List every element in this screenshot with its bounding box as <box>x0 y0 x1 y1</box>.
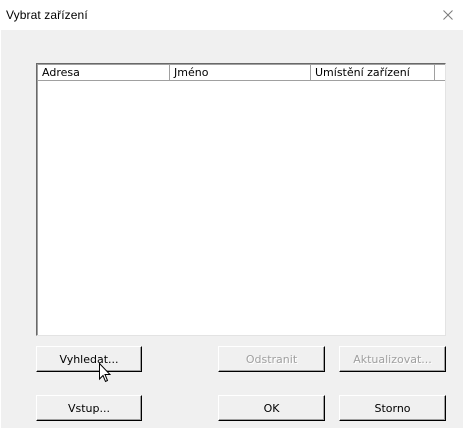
cancel-button[interactable]: Storno <box>339 395 446 421</box>
update-button[interactable]: Aktualizovat... <box>339 346 446 372</box>
remove-button[interactable]: Odstranit <box>218 346 325 372</box>
column-header-name[interactable]: Jméno <box>170 65 311 80</box>
column-header-filler <box>435 65 445 80</box>
input-button[interactable]: Vstup... <box>36 395 142 421</box>
search-button[interactable]: Vyhledat... <box>36 346 142 372</box>
close-button[interactable] <box>433 0 463 30</box>
window-title: Vybrat zařízení <box>6 8 88 22</box>
column-header-location[interactable]: Umístění zařízení <box>311 65 435 80</box>
title-bar: Vybrat zařízení <box>0 0 463 30</box>
device-list[interactable]: Adresa Jméno Umístění zařízení <box>36 63 446 336</box>
select-device-dialog: Vybrat zařízení Adresa Jméno Umístění za… <box>0 0 463 428</box>
list-header: Adresa Jméno Umístění zařízení <box>38 65 445 81</box>
column-header-address[interactable]: Adresa <box>38 65 170 80</box>
close-icon <box>443 10 453 20</box>
window-border <box>0 30 1 428</box>
ok-button[interactable]: OK <box>218 395 325 421</box>
